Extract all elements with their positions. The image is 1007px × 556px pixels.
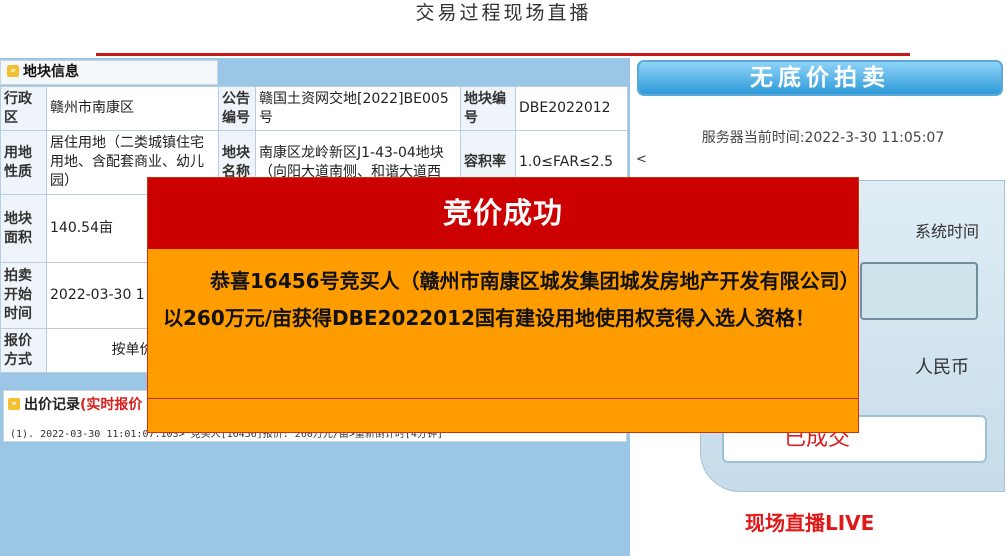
- table-cell: 行政区: [0, 86, 47, 131]
- currency-label: 人民币: [915, 357, 969, 378]
- dialog-message: 恭喜16456号竞买人（赣州市南康区城发集团城发房地产开发有限公司）以260万元…: [163, 269, 850, 330]
- double-arrow-icon: »: [8, 398, 20, 410]
- table-cell: 赣州市南康区: [46, 86, 219, 131]
- time-display: [860, 262, 978, 320]
- table-cell: 地块面积: [0, 194, 47, 263]
- bid-record-title: 出价记录: [24, 397, 80, 413]
- dialog-title: 竞价成功: [148, 178, 858, 249]
- title-divider: [96, 53, 910, 56]
- scroll-left-icon[interactable]: <: [636, 152, 647, 167]
- table-cell: DBE2022012: [515, 86, 628, 131]
- bid-success-dialog: 竞价成功 恭喜16456号竞买人（赣州市南康区城发集团城发房地产开发有限公司）以…: [147, 177, 859, 433]
- page-title: 交易过程现场直播: [415, 2, 592, 24]
- system-time-label: 系统时间: [915, 222, 980, 241]
- table-cell: 拍卖开始时间: [0, 262, 47, 329]
- bid-record-live-label: (实时报价: [80, 397, 143, 413]
- plot-info-title: 地块信息: [23, 64, 79, 80]
- table-cell: 地块编号: [460, 86, 516, 131]
- live-broadcast-label: 现场直播LIVE: [745, 511, 875, 535]
- table-row: 行政区 赣州市南康区 公告编号 赣国土资网交地[2022]BE005号 地块编号…: [0, 86, 628, 131]
- auction-type-banner: 无底价拍卖: [637, 60, 1003, 96]
- table-cell: 报价方式: [0, 328, 47, 373]
- server-time: 服务器当前时间:2022-3-30 11:05:07: [701, 130, 945, 146]
- plot-info-header: » 地块信息: [0, 60, 218, 85]
- dialog-divider: [148, 398, 858, 399]
- table-cell: 用地性质: [0, 130, 47, 195]
- double-arrow-icon: »: [7, 65, 19, 77]
- table-cell: 公告编号: [218, 86, 256, 131]
- table-cell: 赣国土资网交地[2022]BE005号: [255, 86, 461, 131]
